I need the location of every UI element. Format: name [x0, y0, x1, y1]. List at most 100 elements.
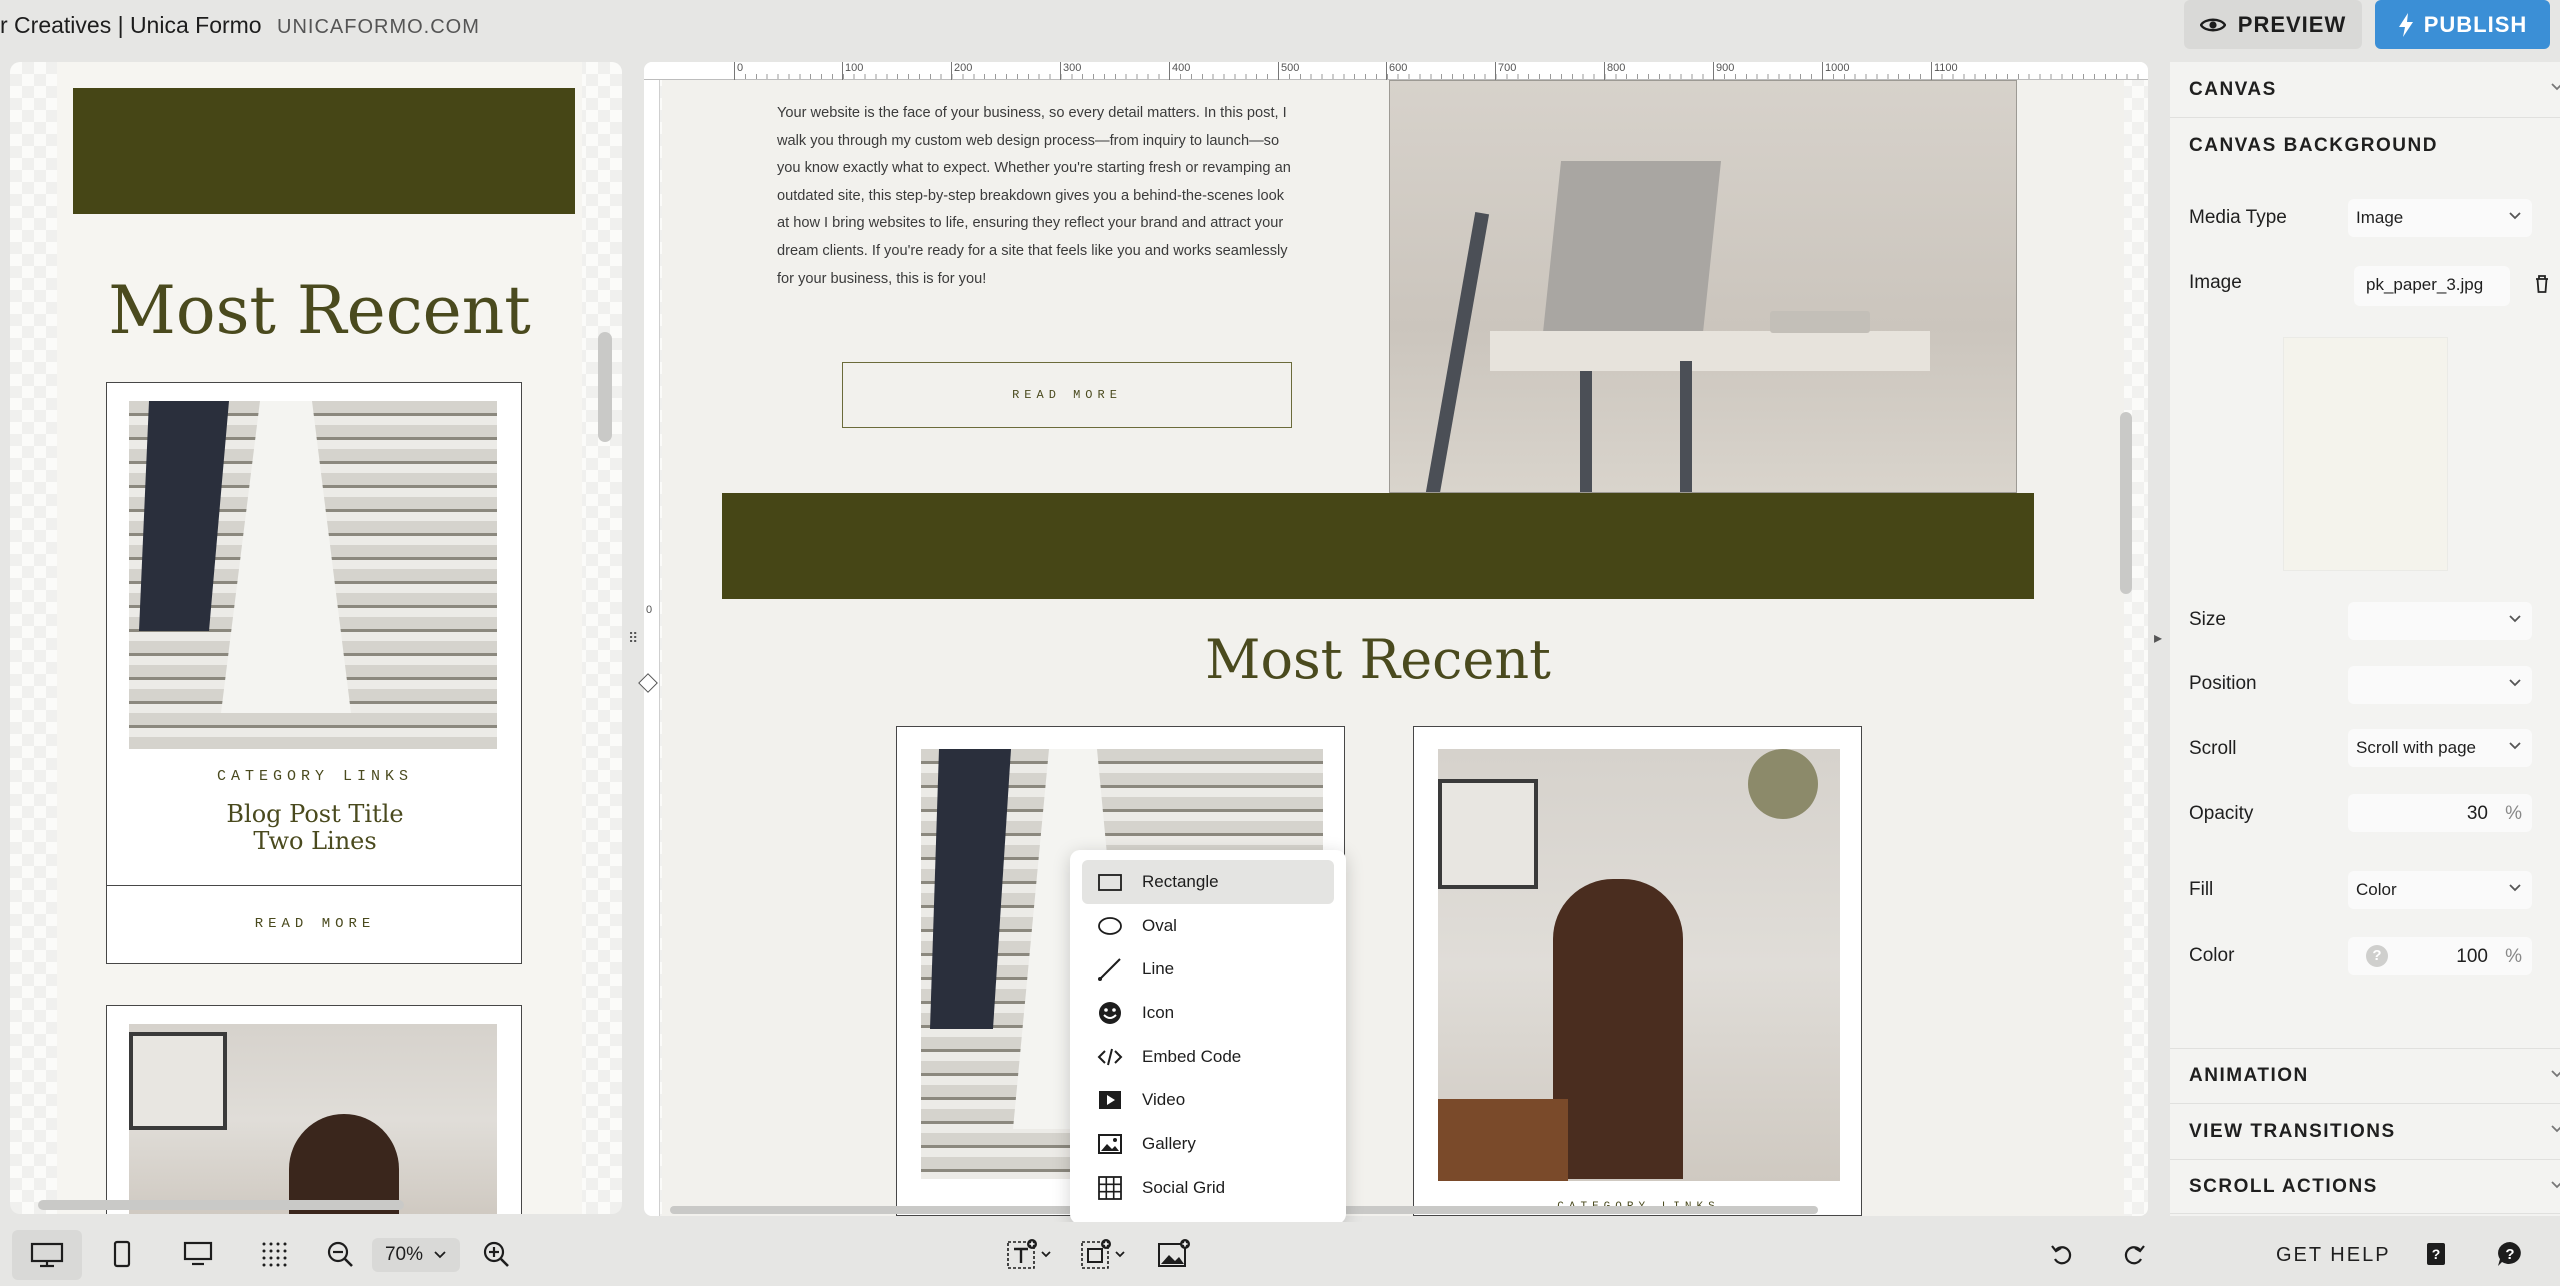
mobile-scrollbar[interactable] [598, 332, 612, 442]
canvas-page[interactable]: Your website is the face of your busines… [662, 80, 2124, 1216]
color-swatch-icon[interactable]: ? [2366, 945, 2388, 967]
menu-item-video[interactable]: Video [1082, 1078, 1334, 1122]
add-image-icon [1158, 1239, 1190, 1267]
help-docs-button[interactable]: ? [2418, 1234, 2454, 1274]
scroll-select[interactable]: Scroll with page [2348, 729, 2532, 767]
lightning-icon [2398, 12, 2413, 37]
menu-item-rectangle[interactable]: Rectangle [1082, 860, 1334, 904]
section-scroll-actions[interactable]: SCROLL ACTIONS [2170, 1160, 2560, 1214]
chevron-down-icon [2551, 1181, 2560, 1189]
add-image-button[interactable] [1154, 1234, 1194, 1274]
mobile-view-button[interactable] [104, 1234, 140, 1274]
monitor-view-button[interactable] [178, 1234, 218, 1274]
post-intro-text[interactable]: Your website is the face of your busines… [777, 100, 1377, 293]
redo-button[interactable] [2116, 1234, 2152, 1274]
ruler-horizontal: 0 100 200 300 400 500 600 700 800 900 10… [644, 62, 2148, 80]
undo-button[interactable] [2044, 1234, 2080, 1274]
ruler-label: 200 [951, 62, 972, 80]
section-animation[interactable]: ANIMATION [2170, 1048, 2560, 1104]
fill-select[interactable]: Color [2348, 871, 2532, 909]
fill-label: Fill [2189, 879, 2214, 900]
grid-toggle-button[interactable] [254, 1234, 294, 1274]
collapse-right-icon[interactable]: ▸ [2154, 628, 2162, 648]
menu-item-label: Rectangle [1142, 871, 1219, 891]
opacity-input[interactable]: 30 % [2348, 794, 2532, 832]
top-bar: r Creatives | Unica Formo UNICAFORMO.COM… [0, 0, 2560, 56]
ruler-label: 1100 [1931, 62, 1958, 80]
image-file-chip[interactable]: pk_paper_3.jpg [2354, 266, 2510, 306]
category-links[interactable]: CATEGORY LINKS [107, 768, 523, 785]
eye-icon [2199, 18, 2226, 31]
studio-photo [129, 1024, 497, 1214]
desktop-canvas[interactable]: 0 100 200 300 400 500 600 700 800 900 10… [644, 62, 2148, 1216]
canvas-scrollbar[interactable] [2120, 412, 2132, 594]
text-line: Your website is the face of your busines… [777, 105, 1287, 121]
canvas-post-card-2[interactable]: CATEGORY LINKS [1413, 726, 1862, 1216]
menu-item-oval[interactable]: Oval [1082, 904, 1334, 948]
opacity-label: Opacity [2189, 803, 2254, 824]
publish-label: PUBLISH [2423, 11, 2528, 37]
preview-button[interactable]: PREVIEW [2184, 0, 2362, 49]
add-shape-icon [1081, 1239, 1125, 1269]
color-input[interactable]: ? 100 % [2348, 937, 2532, 975]
rectangle-icon [1098, 873, 1122, 891]
size-label: Size [2189, 609, 2226, 630]
section-title: CANVAS [2189, 78, 2277, 100]
video-icon [1099, 1091, 1121, 1110]
studio-photo [1438, 749, 1840, 1181]
post-title-line1[interactable]: Blog Post Title [107, 801, 523, 828]
mobile-preview-panel[interactable]: Most Recent CATEGORY LINKS Blog Post Tit… [10, 62, 622, 1214]
mobile-post-card[interactable]: CATEGORY LINKS Blog Post Title Two Lines… [106, 382, 522, 964]
percent-unit: % [2505, 946, 2522, 967]
ruler-label: 0 [734, 62, 743, 80]
olive-band[interactable] [722, 493, 2034, 599]
canvas-heading[interactable]: Most Recent [662, 628, 2094, 691]
zoom-out-button[interactable] [322, 1234, 358, 1274]
site-domain[interactable]: UNICAFORMO.COM [277, 16, 480, 39]
section-title: SCROLL ACTIONS [2189, 1175, 2378, 1197]
position-select[interactable] [2348, 666, 2532, 704]
trash-icon[interactable] [2534, 274, 2550, 294]
size-select[interactable] [2348, 602, 2532, 640]
desktop-icon [30, 1242, 64, 1268]
zoom-in-button[interactable] [478, 1234, 514, 1274]
chat-help-button[interactable]: ? [2490, 1234, 2530, 1274]
media-type-select[interactable]: Image [2348, 199, 2532, 237]
menu-item-icon[interactable]: Icon [1082, 991, 1334, 1035]
section-canvas-background[interactable]: CANVAS BACKGROUND [2170, 118, 2560, 174]
mobile-post-card-2[interactable] [106, 1005, 522, 1214]
chevron-down-icon [2551, 1125, 2560, 1133]
add-shape-button[interactable] [1078, 1234, 1130, 1274]
chevron-down-icon [2509, 742, 2521, 750]
mobile-scrollbar-horizontal[interactable] [38, 1200, 404, 1210]
section-canvas[interactable]: CANVAS [2170, 62, 2560, 118]
section-view-transitions[interactable]: VIEW TRANSITIONS [2170, 1104, 2560, 1160]
menu-item-social-grid[interactable]: Social Grid [1082, 1166, 1334, 1210]
menu-item-label: Video [1142, 1090, 1186, 1110]
read-more-button[interactable]: READ MORE [842, 362, 1292, 428]
desk-laptop-photo[interactable] [1389, 80, 2017, 493]
add-text-button[interactable] [1004, 1234, 1056, 1274]
menu-item-gallery[interactable]: Gallery [1082, 1122, 1334, 1166]
image-label: Image [2189, 272, 2242, 293]
monitor-icon [183, 1241, 213, 1266]
ruler-label: 100 [842, 62, 863, 80]
media-type-value: Image [2356, 208, 2404, 227]
desktop-view-button[interactable] [12, 1230, 82, 1280]
menu-item-embed-code[interactable]: Embed Code [1082, 1035, 1334, 1079]
image-preview-swatch[interactable] [2283, 337, 2448, 571]
phone-icon [113, 1240, 131, 1268]
read-more-link[interactable]: READ MORE [107, 916, 523, 932]
ruler-label: 600 [1386, 62, 1407, 80]
panel-resize-handle[interactable]: ⠿ [628, 630, 638, 647]
post-title-line2[interactable]: Two Lines [107, 828, 523, 855]
publish-button[interactable]: PUBLISH [2375, 0, 2550, 49]
mobile-page: Most Recent CATEGORY LINKS Blog Post Tit… [57, 62, 582, 1214]
zoom-select[interactable]: 70% [372, 1238, 460, 1272]
text-line: for your business, this is for you! [777, 270, 987, 287]
add-element-menu: Rectangle Oval Line Icon Embed Code Vide… [1070, 850, 1346, 1224]
oval-icon [1098, 916, 1122, 935]
menu-item-label: Oval [1142, 915, 1177, 935]
menu-item-line[interactable]: Line [1082, 947, 1334, 991]
get-help-link[interactable]: GET HELP [2276, 1244, 2391, 1267]
